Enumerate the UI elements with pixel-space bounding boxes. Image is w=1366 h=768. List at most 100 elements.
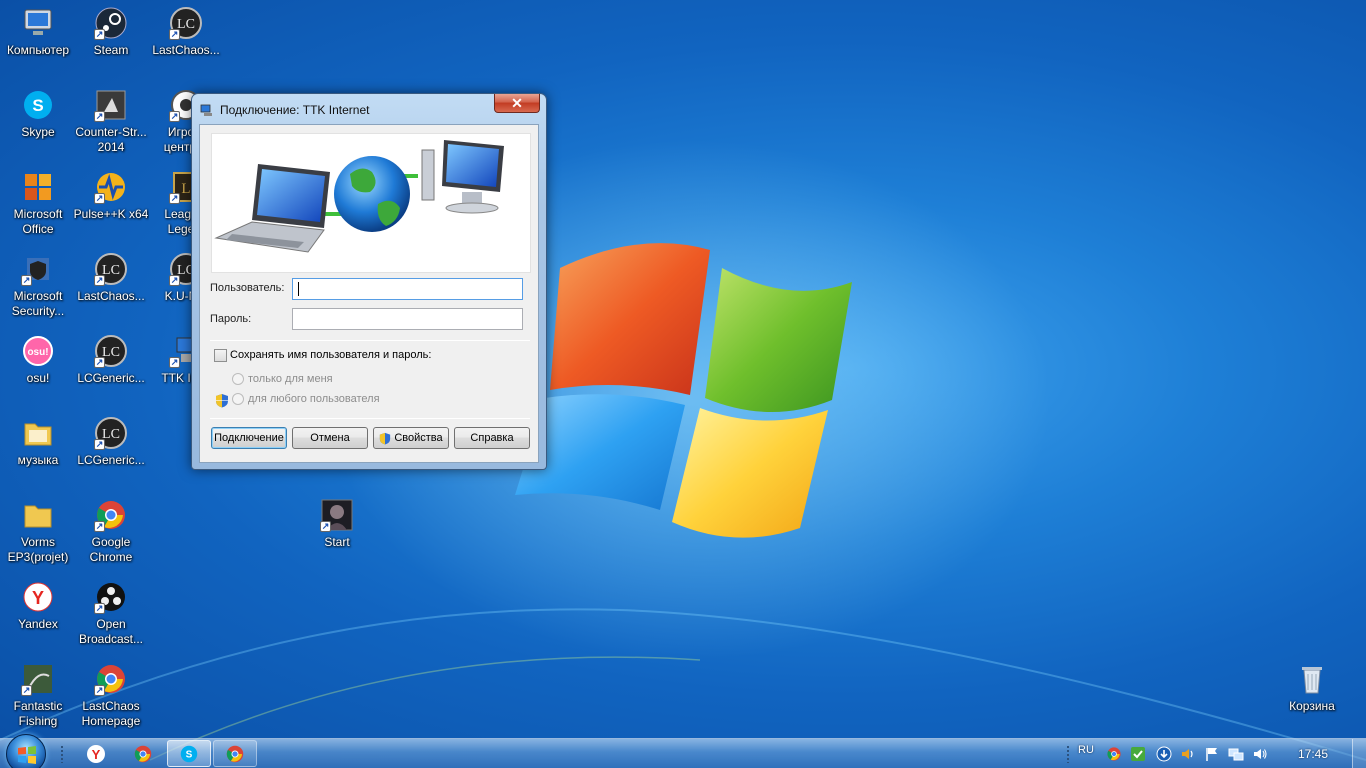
- cancel-button-label: Отмена: [310, 432, 350, 444]
- svg-text:S: S: [186, 749, 193, 760]
- download-icon[interactable]: [1156, 746, 1172, 762]
- taskbar-grip[interactable]: [60, 745, 64, 763]
- desktop-icon-lastchaos-homepage[interactable]: ↗ LastChaos Homepage: [73, 662, 149, 740]
- volume-icon[interactable]: [1180, 746, 1196, 762]
- security-check-icon[interactable]: [1130, 746, 1146, 762]
- shortcut-arrow-icon: ↗: [94, 603, 105, 614]
- any-user-radio[interactable]: [232, 393, 244, 405]
- desktop-icon-lastchaos-1[interactable]: LC ↗ LastChaos...: [148, 6, 224, 84]
- lastchaos-icon: LC ↗: [94, 252, 128, 286]
- shortcut-arrow-icon: ↗: [169, 193, 180, 204]
- uac-shield-icon: [380, 432, 391, 444]
- desktop-icon-vorms-folder[interactable]: Vorms EP3(projet): [0, 498, 76, 576]
- lastchaos-icon: LC ↗: [94, 334, 128, 368]
- show-desktop-button[interactable]: [1352, 739, 1366, 768]
- yandex-icon: Y: [21, 580, 55, 614]
- dialog-titlebar: Подключение: TTK Internet: [200, 101, 369, 119]
- svg-text:osu!: osu!: [27, 347, 48, 358]
- pulse-icon: ↗: [94, 170, 128, 204]
- language-indicator[interactable]: RU: [1078, 744, 1094, 756]
- shortcut-arrow-icon: ↗: [94, 193, 105, 204]
- recycle-bin-icon: [1295, 662, 1329, 696]
- desktop-icon-steam[interactable]: ↗ Steam: [73, 6, 149, 84]
- lastchaos-icon: LC ↗: [169, 6, 203, 40]
- counter-strike-icon: ↗: [94, 88, 128, 122]
- shortcut-arrow-icon: ↗: [169, 275, 180, 286]
- security-icon: ↗: [21, 252, 55, 286]
- save-credentials-checkbox[interactable]: [214, 349, 227, 362]
- desktop-icon-google-chrome[interactable]: ↗ Google Chrome: [73, 498, 149, 576]
- desktop-icon-osu[interactable]: osu! osu!: [0, 334, 76, 412]
- username-label: Пользователь:: [210, 282, 285, 294]
- password-label: Пароль:: [210, 313, 252, 325]
- desktop-icon-counter-strike[interactable]: ↗ Counter-Str... 2014: [73, 88, 149, 166]
- properties-button[interactable]: Свойства: [373, 427, 449, 449]
- chrome-icon: [226, 745, 244, 762]
- taskbar-skype[interactable]: S: [167, 740, 211, 767]
- yandex-icon: Y: [87, 744, 105, 763]
- shortcut-arrow-icon: ↗: [21, 275, 32, 286]
- connect-button[interactable]: Подключение: [211, 427, 287, 449]
- desktop-icon-lcgeneric-1[interactable]: LC ↗ LCGeneric...: [73, 334, 149, 412]
- shortcut-arrow-icon: ↗: [94, 111, 105, 122]
- desktop-icon-computer[interactable]: Компьютер: [0, 6, 76, 84]
- any-user-label: для любого пользователя: [248, 393, 380, 405]
- lastchaos-icon: LC ↗: [94, 416, 128, 450]
- desktop-icon-start[interactable]: ↗ Start: [299, 498, 375, 576]
- svg-text:L: L: [181, 181, 190, 197]
- network-icon[interactable]: [1228, 746, 1244, 762]
- dialog-title: Подключение: TTK Internet: [220, 103, 370, 117]
- tray-grip[interactable]: [1066, 745, 1070, 763]
- start-game-icon: ↗: [320, 498, 354, 532]
- taskbar: Y S RU 17:45: [0, 734, 1366, 768]
- text-caret: [298, 282, 299, 296]
- skype-icon: S: [180, 745, 198, 762]
- skype-icon: S: [21, 88, 55, 122]
- svg-text:S: S: [32, 96, 43, 115]
- taskbar-chrome-window[interactable]: [213, 740, 257, 767]
- desktop-icon-microsoft-office[interactable]: Microsoft Office: [0, 170, 76, 248]
- connect-button-label: Подключение: [214, 432, 284, 444]
- desktop-icon-recycle-bin[interactable]: Корзина: [1274, 662, 1350, 740]
- divider: [210, 340, 530, 341]
- shortcut-arrow-icon: ↗: [94, 439, 105, 450]
- desktop-icon-fantastic-fishing[interactable]: ↗ Fantastic Fishing: [0, 662, 76, 740]
- cancel-button[interactable]: Отмена: [292, 427, 368, 449]
- password-input[interactable]: [292, 308, 523, 330]
- desktop-icon-microsoft-security[interactable]: ↗ Microsoft Security...: [0, 252, 76, 330]
- desktop-icon-lastchaos-2[interactable]: LC ↗ LastChaos...: [73, 252, 149, 330]
- desktop-icon-music-folder[interactable]: музыка: [0, 416, 76, 494]
- shortcut-arrow-icon: ↗: [94, 357, 105, 368]
- osu-icon: osu!: [21, 334, 55, 368]
- help-button[interactable]: Справка: [454, 427, 530, 449]
- computer-icon: [24, 9, 52, 35]
- connection-banner: [211, 133, 531, 273]
- office-icon: [21, 170, 55, 204]
- shortcut-arrow-icon: ↗: [169, 357, 180, 368]
- folder-icon: [21, 498, 55, 532]
- desktop-icon-lcgeneric-2[interactable]: LC ↗ LCGeneric...: [73, 416, 149, 494]
- only-me-radio[interactable]: [232, 373, 244, 385]
- clock[interactable]: 17:45: [1298, 747, 1328, 761]
- uac-shield-icon: [216, 394, 228, 408]
- taskbar-yandex[interactable]: Y: [74, 740, 118, 767]
- chrome-icon[interactable]: [1106, 746, 1122, 762]
- taskbar-chrome[interactable]: [121, 740, 165, 767]
- desktop-icon-yandex[interactable]: Y Yandex: [0, 580, 76, 658]
- start-button[interactable]: [6, 734, 46, 768]
- help-button-label: Справка: [470, 432, 514, 444]
- username-input[interactable]: [292, 278, 523, 300]
- windows-logo-icon: [18, 746, 36, 764]
- shortcut-arrow-icon: ↗: [94, 275, 105, 286]
- steam-icon: ↗: [94, 6, 128, 40]
- speaker-icon[interactable]: [1252, 746, 1268, 762]
- shortcut-arrow-icon: ↗: [94, 29, 105, 40]
- shortcut-arrow-icon: ↗: [94, 685, 105, 696]
- desktop-icon-obs[interactable]: ↗ Open Broadcast...: [73, 580, 149, 658]
- shortcut-arrow-icon: ↗: [320, 521, 331, 532]
- desktop-icon-pulse[interactable]: ↗ Pulse++K x64: [73, 170, 149, 248]
- flag-icon[interactable]: [1204, 746, 1220, 762]
- svg-text:Y: Y: [32, 588, 44, 608]
- close-button[interactable]: ✕: [494, 94, 540, 113]
- desktop-icon-skype[interactable]: S Skype: [0, 88, 76, 166]
